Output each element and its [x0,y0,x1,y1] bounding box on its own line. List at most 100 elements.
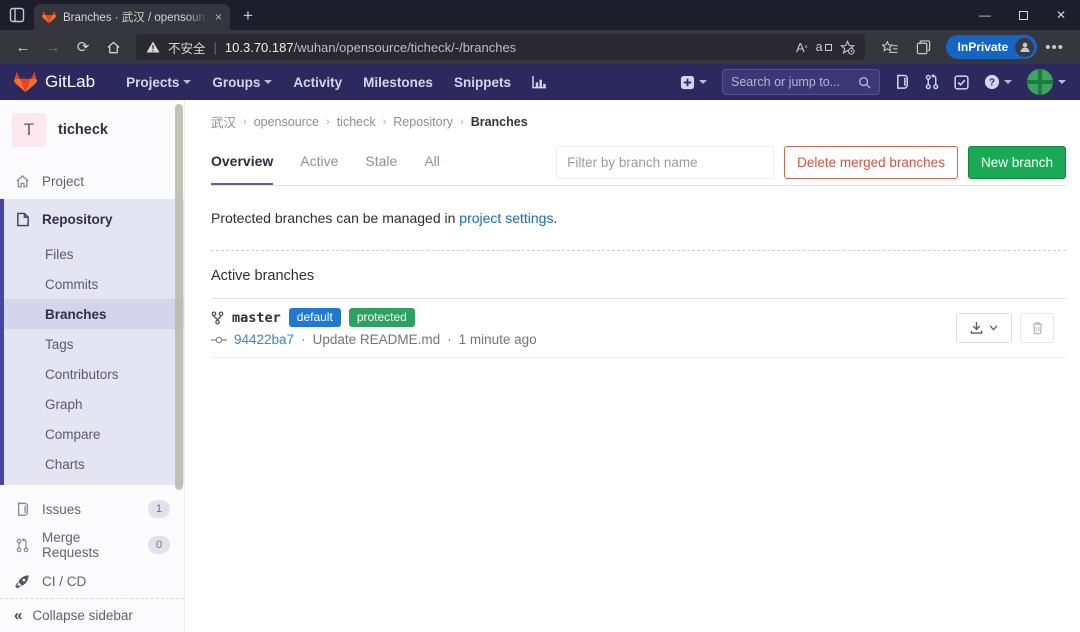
gitlab-tanuki-icon [14,71,37,93]
sidebar-item-merge-requests[interactable]: Merge Requests 0 [0,527,184,563]
commit-time: 1 minute ago [459,332,537,347]
add-favorite-icon[interactable] [840,40,855,55]
new-tab-button[interactable]: + [243,7,253,24]
new-menu-button[interactable] [680,75,707,90]
commit-icon [211,335,227,345]
notice-text: Protected branches can be managed in [211,210,455,226]
breadcrumb-repository[interactable]: Repository [393,115,453,129]
sidebar-item-commits[interactable]: Commits [4,269,184,299]
home-icon[interactable] [98,40,128,55]
user-menu[interactable] [1027,69,1066,95]
breadcrumb-project[interactable]: ticheck [337,115,376,129]
browser-tab[interactable]: Branches · 武汉 / opensource / ti × [34,4,230,30]
branch-name-link[interactable]: master [232,310,281,326]
security-warning-label[interactable]: 不安全 [168,38,206,57]
minimize-button[interactable]: — [966,0,1004,30]
sidebar-scrollbar[interactable] [175,104,183,490]
commit-sha-link[interactable]: 94422ba7 [234,332,294,347]
refresh-icon[interactable]: ⟳ [68,38,98,56]
help-menu[interactable]: ? [984,74,1012,90]
mr-count-badge: 0 [148,536,170,554]
window-controls: — ✕ [966,0,1080,30]
collections-icon[interactable] [916,40,931,55]
issues-icon [14,502,31,517]
nav-projects[interactable]: Projects [126,75,191,90]
sidebar-item-project[interactable]: Project [0,163,184,199]
sidebar-item-repository[interactable]: Repository [4,199,184,239]
tab-stale[interactable]: Stale [365,139,397,185]
inprivate-label: InPrivate [958,40,1009,54]
download-dropdown-button[interactable] [956,313,1012,343]
tab-all[interactable]: All [424,139,440,185]
maximize-button[interactable] [1004,0,1042,30]
favorites-bar-icon[interactable] [882,40,898,55]
close-button[interactable]: ✕ [1042,0,1080,30]
project-settings-link[interactable]: project settings [459,210,553,226]
nav-milestones[interactable]: Milestones [363,75,433,90]
breadcrumb-separator: › [243,116,247,128]
trash-icon [1031,321,1044,335]
read-aloud-icon[interactable]: Aⁿ [796,40,808,55]
new-branch-button[interactable]: New branch [968,146,1066,179]
address-bar[interactable]: 不安全 | 10.3.70.187/wuhan/opensource/tiche… [136,34,865,60]
sidebar-item-branches[interactable]: Branches [4,299,184,329]
branch-info: master default protected 94422ba7 · Upda… [211,308,956,347]
breadcrumb-separator: › [383,116,387,128]
global-search[interactable] [722,69,880,95]
sidebar-item-label: CI / CD [42,574,86,589]
sidebar-item-label: Merge Requests [42,530,137,560]
url-text[interactable]: 10.3.70.187/wuhan/opensource/ticheck/-/b… [225,40,788,55]
browser-menu-icon[interactable]: ••• [1045,39,1064,56]
chevron-down-icon [699,80,707,84]
chevron-down-icon [264,80,272,84]
todos-icon[interactable] [954,75,969,90]
tab-overview[interactable]: Overview [211,139,273,185]
browser-tab-bar: Branches · 武汉 / opensource / ti × + — ✕ [0,0,1080,30]
search-input[interactable] [731,75,858,89]
breadcrumb-separator: › [326,116,330,128]
sidebar-item-charts[interactable]: Charts [4,449,184,479]
vertical-tabs-icon[interactable] [0,7,34,23]
breadcrumb-separator: › [460,116,464,128]
collapse-chevrons-icon: « [14,607,22,624]
address-divider: | [214,40,217,55]
nav-activity[interactable]: Activity [293,75,342,90]
chevron-down-icon [183,80,191,84]
issues-count-badge: 1 [148,500,170,518]
sidebar-item-issues[interactable]: Issues 1 [0,491,184,527]
sidebar-item-contributors[interactable]: Contributors [4,359,184,389]
inprivate-badge[interactable]: InPrivate [946,35,1038,59]
nav-groups[interactable]: Groups [212,75,272,90]
merge-request-icon[interactable] [925,74,939,90]
sidebar-item-graph[interactable]: Graph [4,389,184,419]
rocket-icon [14,574,31,589]
sidebar-item-files[interactable]: Files [4,239,184,269]
security-warning-icon [146,41,160,53]
back-icon[interactable]: ← [8,39,38,56]
chart-icon[interactable] [532,75,547,89]
branch-row-controls [956,313,1054,343]
maximize-icon [1019,11,1028,20]
repository-section: Repository Files Commits Branches Tags C… [0,199,184,485]
sidebar-item-compare[interactable]: Compare [4,419,184,449]
breadcrumb-subgroup[interactable]: opensource [254,115,319,129]
gitlab-logo[interactable]: GitLab [14,71,95,93]
nav-snippets[interactable]: Snippets [454,75,511,90]
delete-merged-branches-button[interactable]: Delete merged branches [784,146,958,179]
collapse-sidebar-button[interactable]: « Collapse sidebar [0,598,184,632]
translate-icon[interactable]: a [816,40,832,54]
browser-toolbar: ← → ⟳ 不安全 | 10.3.70.187/wuhan/opensource… [0,30,1080,64]
download-icon [970,321,983,335]
breadcrumb-group[interactable]: 武汉 [211,112,236,131]
file-icon [14,212,31,227]
tab-close-icon[interactable]: × [215,11,222,23]
issues-icon[interactable] [895,74,910,90]
project-header[interactable]: T ticheck [0,100,184,163]
sidebar-item-label: Project [42,174,84,189]
forward-icon: → [38,39,68,56]
breadcrumb-branches: Branches [471,115,528,129]
sidebar-item-cicd[interactable]: CI / CD [0,563,184,599]
branch-filter-input[interactable] [556,146,774,179]
tab-active[interactable]: Active [300,139,338,185]
sidebar-item-tags[interactable]: Tags [4,329,184,359]
